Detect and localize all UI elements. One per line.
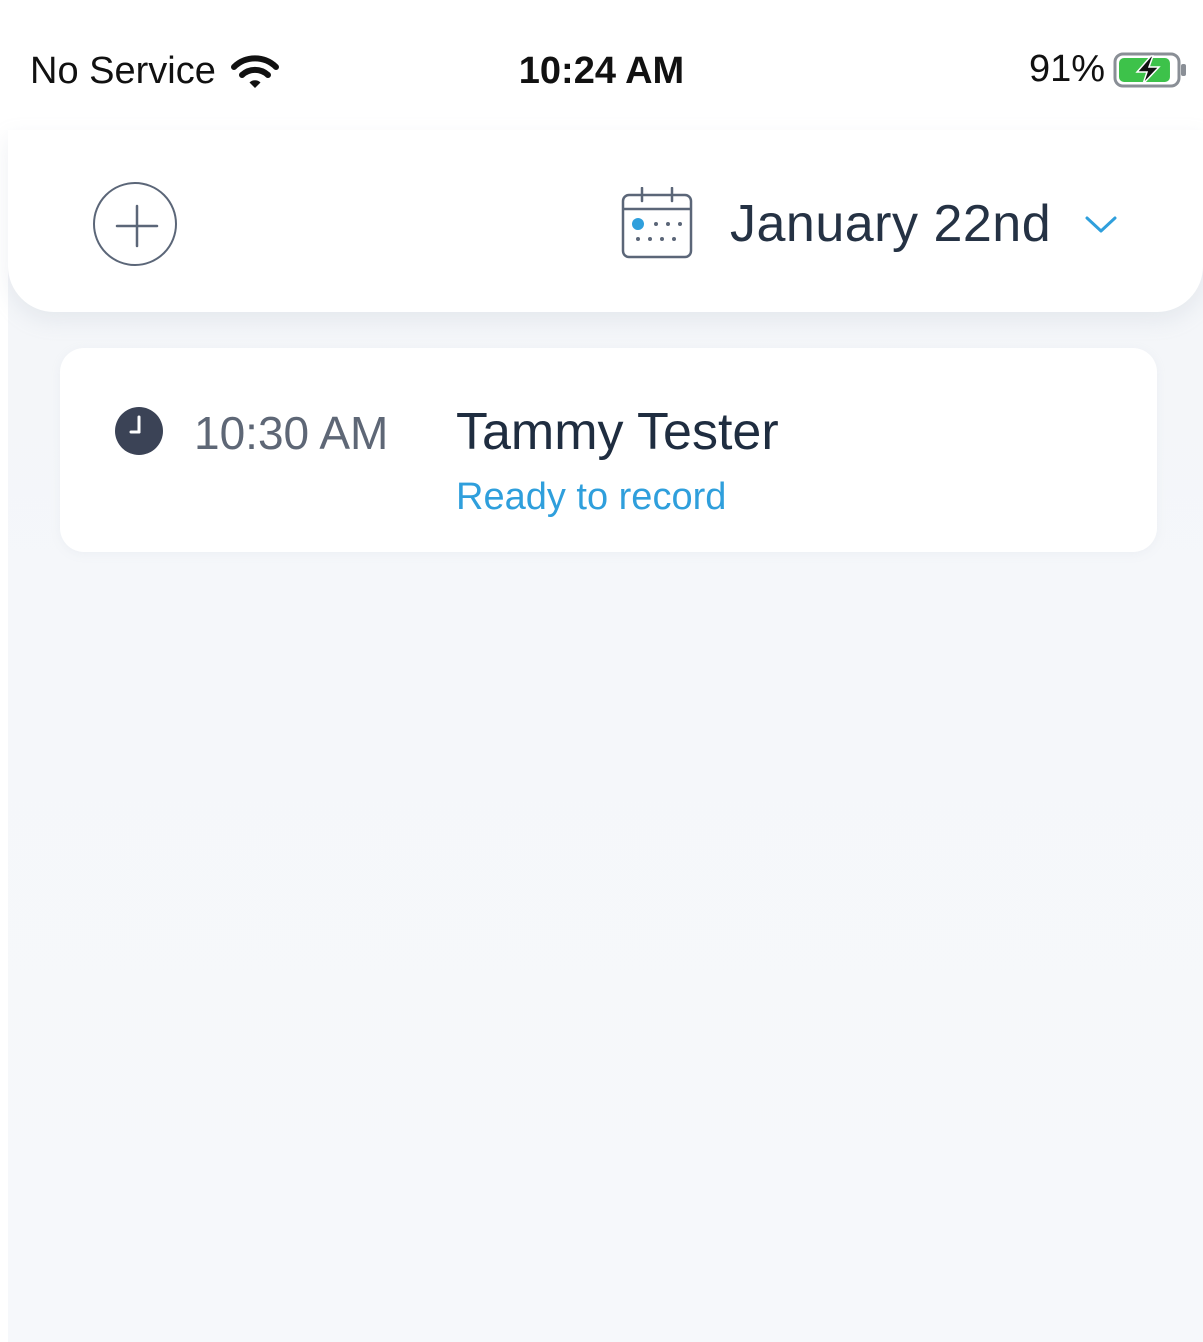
battery-charging-icon [1113,52,1186,87]
appointment-card[interactable]: 10:30 AM Tammy Tester Ready to record [60,348,1157,552]
plus-circle-icon [115,204,159,248]
battery-percent: 91% [1028,48,1105,90]
add-appointment-button[interactable] [93,182,177,266]
calendar-icon [621,187,693,259]
appointment-patient-name: Tammy Tester [456,403,779,461]
battery-status: 91% [1029,48,1189,91]
clock-icon [115,407,163,455]
chevron-down-icon [1085,216,1117,233]
status-bar: No Service 10:24 AM 91% [0,0,1203,130]
selected-date-label: January 22nd [730,195,1052,253]
date-picker-button[interactable]: January 22nd [620,186,1119,262]
header-bar: January 22nd [8,130,1203,312]
status-time: 10:24 AM [518,50,685,92]
appointment-status: Ready to record [456,476,727,518]
appointment-time: 10:30 AM [194,407,389,459]
